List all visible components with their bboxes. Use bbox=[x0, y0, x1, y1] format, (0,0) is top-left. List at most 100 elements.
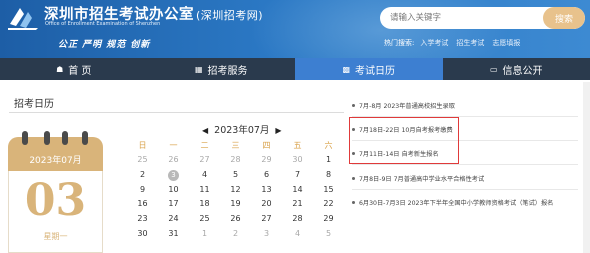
calendar-day[interactable]: 19 bbox=[220, 199, 251, 208]
bullet-icon bbox=[352, 201, 355, 204]
weekday-header: 六 bbox=[324, 141, 333, 150]
next-month-icon[interactable]: ▶ bbox=[269, 126, 287, 135]
month-navigator: ◀ 2023年07月 ▶ bbox=[196, 122, 288, 136]
calendar-day[interactable]: 23 bbox=[127, 214, 158, 223]
calendar-day[interactable]: 24 bbox=[158, 214, 189, 223]
binder-ring bbox=[22, 131, 28, 145]
calendar-day[interactable]: 4 bbox=[189, 170, 220, 179]
nav-item-home[interactable]: ☗ 首 页 bbox=[0, 58, 148, 80]
calendar-day[interactable]: 4 bbox=[282, 229, 313, 238]
calendar-day[interactable]: 12 bbox=[220, 185, 251, 194]
binder-ring bbox=[82, 131, 88, 145]
calendar-day[interactable]: 10 bbox=[158, 185, 189, 194]
calendar-day[interactable]: 6 bbox=[251, 170, 282, 179]
nav-item-calendar[interactable]: ▩ 考试日历 bbox=[295, 58, 443, 80]
calendar-day[interactable]: 30 bbox=[127, 229, 158, 238]
search-box: 搜索 bbox=[380, 7, 585, 29]
calendar-day[interactable]: 25 bbox=[127, 155, 158, 164]
divider bbox=[9, 112, 344, 113]
search-input[interactable] bbox=[380, 7, 540, 29]
weekday-header: 二 bbox=[200, 141, 209, 150]
calendar-day[interactable]: 5 bbox=[313, 229, 344, 238]
calendar-day[interactable]: 26 bbox=[220, 214, 251, 223]
calendar-day[interactable]: 1 bbox=[189, 229, 220, 238]
big-calendar-weekday: 星期一 bbox=[43, 232, 68, 241]
calendar-day[interactable]: 14 bbox=[282, 185, 313, 194]
grid-icon: ▦ bbox=[194, 64, 203, 74]
weekday-header: 五 bbox=[293, 141, 302, 150]
calendar-day[interactable]: 13 bbox=[251, 185, 282, 194]
site-title-en: Office of Enrollment Examination of Shen… bbox=[45, 21, 160, 27]
hot-search-label: 热门搜索: bbox=[384, 39, 415, 47]
big-calendar-day: 03 bbox=[24, 175, 87, 226]
calendar-day[interactable]: 17 bbox=[158, 199, 189, 208]
calendar-day[interactable]: 16 bbox=[127, 199, 158, 208]
highlight-box bbox=[349, 117, 459, 164]
calendar-day[interactable]: 18 bbox=[189, 199, 220, 208]
calendar-day[interactable]: 27 bbox=[251, 214, 282, 223]
today-marker: 3 bbox=[168, 169, 179, 181]
weekday-header: 一 bbox=[169, 141, 178, 150]
binder-ring bbox=[62, 131, 68, 145]
calendar-day[interactable]: 15 bbox=[313, 185, 344, 194]
calendar-day[interactable]: 27 bbox=[189, 155, 220, 164]
nav-label: 首 页 bbox=[68, 65, 92, 77]
calendar-day[interactable]: 7 bbox=[282, 170, 313, 179]
calendar-day[interactable]: 3 bbox=[158, 169, 189, 181]
nav-item-services[interactable]: ▦ 招考服务 bbox=[148, 58, 296, 80]
news-item-text: 7月8日-9日 7月普通高中学业水平合格性考试 bbox=[359, 176, 485, 183]
weekday-header: 三 bbox=[231, 141, 240, 150]
prev-month-icon[interactable]: ◀ bbox=[196, 126, 214, 135]
divider bbox=[352, 189, 578, 190]
calendar-day[interactable]: 11 bbox=[189, 185, 220, 194]
calendar-day[interactable]: 29 bbox=[313, 214, 344, 223]
big-calendar: 2023年07月 03 星期一 bbox=[8, 131, 103, 253]
calendar-day[interactable]: 28 bbox=[220, 155, 251, 164]
calendar-day[interactable]: 5 bbox=[220, 170, 251, 179]
slogan: 公正 严明 规范 创新 bbox=[58, 40, 151, 50]
hot-search-link[interactable]: 入学考试 bbox=[420, 39, 448, 47]
calendar-day[interactable]: 30 bbox=[282, 155, 313, 164]
calendar-day[interactable]: 3 bbox=[251, 229, 282, 238]
site-title-sub: (深圳招考网) bbox=[196, 9, 264, 22]
news-item-text: 7月-8月 2023年普通高校招生录取 bbox=[359, 103, 455, 110]
logo-icon[interactable] bbox=[6, 2, 42, 32]
calendar-day[interactable]: 25 bbox=[189, 214, 220, 223]
nav-item-info[interactable]: ▭ 信息公开 bbox=[443, 58, 590, 80]
calendar-day[interactable]: 22 bbox=[313, 199, 344, 208]
calendar-day[interactable]: 1 bbox=[313, 155, 344, 164]
nav-label: 招考服务 bbox=[207, 65, 248, 77]
month-label: 2023年07月 bbox=[214, 125, 270, 136]
weekday-header: 日 bbox=[138, 141, 147, 150]
nav-label: 考试日历 bbox=[355, 65, 396, 77]
calendar-day[interactable]: 26 bbox=[158, 155, 189, 164]
calendar-day[interactable]: 29 bbox=[251, 155, 282, 164]
calendar-day[interactable]: 20 bbox=[251, 199, 282, 208]
news-item[interactable]: 7月-8月 2023年普通高校招生录取 bbox=[348, 101, 580, 110]
home-icon: ☗ bbox=[56, 64, 64, 74]
news-item-text: 6月30日-7月3日 2023年下半年全国中小学教师资格考试（笔试）报名 bbox=[359, 200, 554, 207]
binder-ring bbox=[44, 131, 50, 145]
news-item[interactable]: 7月8日-9日 7月普通高中学业水平合格性考试 bbox=[348, 174, 580, 183]
calendar-day[interactable]: 21 bbox=[282, 199, 313, 208]
calendar-day[interactable]: 2 bbox=[127, 170, 158, 179]
news-item[interactable]: 6月30日-7月3日 2023年下半年全国中小学教师资格考试（笔试）报名 bbox=[348, 198, 580, 207]
panel-title: 招考日历 bbox=[14, 99, 54, 110]
calendar-day[interactable]: 28 bbox=[282, 214, 313, 223]
calendar-day[interactable]: 9 bbox=[127, 185, 158, 194]
site-title-en-line: Office of Enrollment Examination of Shen… bbox=[45, 21, 161, 27]
hot-search-link[interactable]: 志愿填报 bbox=[492, 39, 520, 47]
hot-search: 热门搜索: 入学考试 招生考试 志愿填报 bbox=[384, 38, 528, 48]
calendar-day[interactable]: 31 bbox=[158, 229, 189, 238]
main-nav: ☗ 首 页 ▦ 招考服务 ▩ 考试日历 ▭ 信息公开 bbox=[0, 58, 590, 80]
bullet-icon bbox=[352, 177, 355, 180]
scrollbar[interactable] bbox=[583, 82, 590, 253]
doc-icon: ▭ bbox=[489, 64, 498, 74]
hot-search-link[interactable]: 招生考试 bbox=[456, 39, 484, 47]
calendar-day[interactable]: 2 bbox=[220, 229, 251, 238]
divider bbox=[352, 164, 578, 165]
search-button[interactable]: 搜索 bbox=[543, 7, 585, 29]
calendar-icon: ▩ bbox=[342, 64, 351, 74]
calendar-day[interactable]: 8 bbox=[313, 170, 344, 179]
site-header: 深圳市招生考试办公室 (深圳招考网) Office of Enrollment E… bbox=[0, 0, 590, 58]
